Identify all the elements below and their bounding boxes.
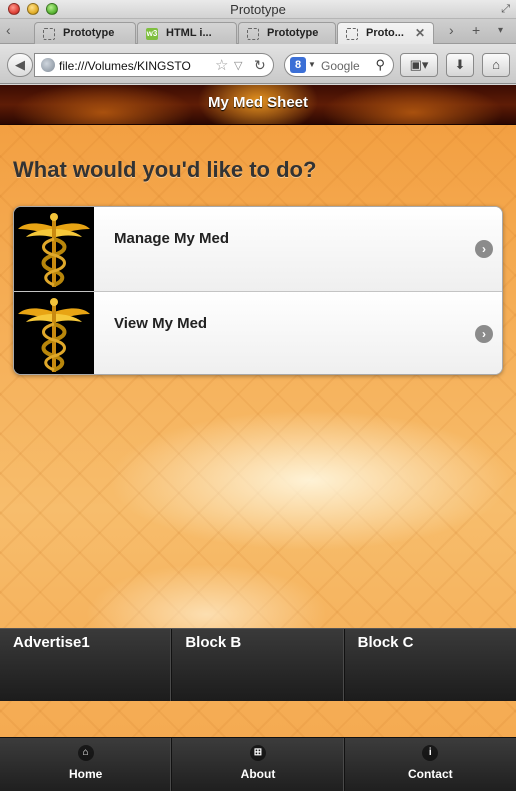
chevron-right-icon: › <box>475 325 493 343</box>
block-label: Advertise1 <box>13 634 90 651</box>
w3-icon: w3 <box>146 28 158 40</box>
chevron-down-icon[interactable]: ▼ <box>308 60 316 69</box>
search-field[interactable]: 8 ▼ Google ⚲ <box>284 53 394 77</box>
page-viewport: My Med Sheet What would you'd like to do… <box>0 85 516 791</box>
tab-prototype-1[interactable]: Prototype <box>34 22 136 44</box>
tab-scroll-right-icon[interactable]: › <box>449 22 454 38</box>
search-placeholder: Google <box>321 59 360 73</box>
menu-item-manage-my-med[interactable]: Manage My Med › <box>14 207 502 291</box>
menu-item-label: View My Med <box>114 315 208 332</box>
home-button[interactable]: ⌂ <box>482 53 510 77</box>
page-title: My Med Sheet <box>207 94 309 111</box>
downloads-button[interactable]: ⬇ <box>446 53 474 77</box>
tab-html[interactable]: w3 HTML i... <box>137 22 237 44</box>
block-label: Block B <box>185 634 242 651</box>
tab-bar: ‹ Prototype w3 HTML i... Prototype Proto… <box>0 19 516 44</box>
fullscreen-icon[interactable]: ⤢ <box>501 3 510 16</box>
tab-label: HTML i... <box>166 27 212 39</box>
blank-page-icon <box>43 28 55 40</box>
page-header: My Med Sheet <box>0 85 516 125</box>
nav-about[interactable]: ⊞ About <box>172 738 345 791</box>
block-grid: Advertise1 Block B Block C <box>0 628 516 701</box>
block-advertise1[interactable]: Advertise1 <box>0 629 173 701</box>
new-tab-icon[interactable]: + <box>472 22 480 38</box>
tab-scroll-left-icon[interactable]: ‹ <box>6 22 11 38</box>
prompt-heading: What would you'd like to do? <box>13 157 317 182</box>
nav-label: Home <box>68 767 103 781</box>
caduceus-icon <box>14 207 94 291</box>
footer-navbar: ⌂ Home ⊞ About i Contact <box>0 737 516 791</box>
dropdown-caret-icon[interactable]: ▽ <box>234 59 242 72</box>
bookmarks-icon: ▣▾ <box>409 57 429 72</box>
blank-page-icon <box>346 28 358 40</box>
nav-label: Contact <box>407 767 453 781</box>
nav-home[interactable]: ⌂ Home <box>0 738 173 791</box>
tab-label: Proto... <box>366 27 404 39</box>
nav-contact[interactable]: i Contact <box>345 738 516 791</box>
home-icon: ⌂ <box>77 745 94 761</box>
home-icon: ⌂ <box>492 57 500 72</box>
block-b[interactable]: Block B <box>172 629 345 701</box>
browser-toolbar: ◀ file:///Volumes/KINGSTO ☆ ▽ ↻ 8 ▼ Goog… <box>0 44 516 84</box>
back-button[interactable]: ◀ <box>7 53 33 77</box>
menu-item-label: Manage My Med <box>114 230 230 247</box>
arrow-left-icon: ◀ <box>15 57 25 72</box>
tab-list-icon[interactable]: ▾ <box>498 25 503 36</box>
block-c[interactable]: Block C <box>345 629 516 701</box>
info-icon: i <box>422 745 439 761</box>
bookmarks-button[interactable]: ▣▾ <box>400 53 438 77</box>
tab-label: Prototype <box>267 27 319 39</box>
chevron-right-icon: › <box>475 240 493 258</box>
search-icon: ⚲ <box>375 57 385 72</box>
grid-icon: ⊞ <box>249 745 266 761</box>
menu-list: Manage My Med › View My Med › <box>13 206 503 375</box>
window-title: Prototype <box>230 2 286 17</box>
menu-item-view-my-med[interactable]: View My Med › <box>14 291 502 374</box>
window-titlebar: Prototype ⤢ <box>0 0 516 19</box>
blank-page-icon <box>247 28 259 40</box>
download-icon: ⬇ <box>454 57 466 72</box>
reload-icon[interactable]: ↻ <box>254 57 266 74</box>
globe-icon <box>41 58 55 72</box>
star-icon[interactable]: ☆ <box>215 56 228 74</box>
tab-label: Prototype <box>63 27 115 39</box>
nav-label: About <box>240 767 276 781</box>
search-engine-icon[interactable]: 8 <box>290 57 306 73</box>
address-bar[interactable]: file:///Volumes/KINGSTO ☆ ▽ ↻ <box>34 53 274 77</box>
close-tab-icon[interactable]: ✕ <box>415 26 425 40</box>
tab-prototype-active[interactable]: Proto... ✕ <box>337 22 434 44</box>
tab-prototype-2[interactable]: Prototype <box>238 22 336 44</box>
caduceus-icon <box>14 292 94 374</box>
url-text: file:///Volumes/KINGSTO <box>59 59 191 73</box>
block-label: Block C <box>357 634 414 651</box>
